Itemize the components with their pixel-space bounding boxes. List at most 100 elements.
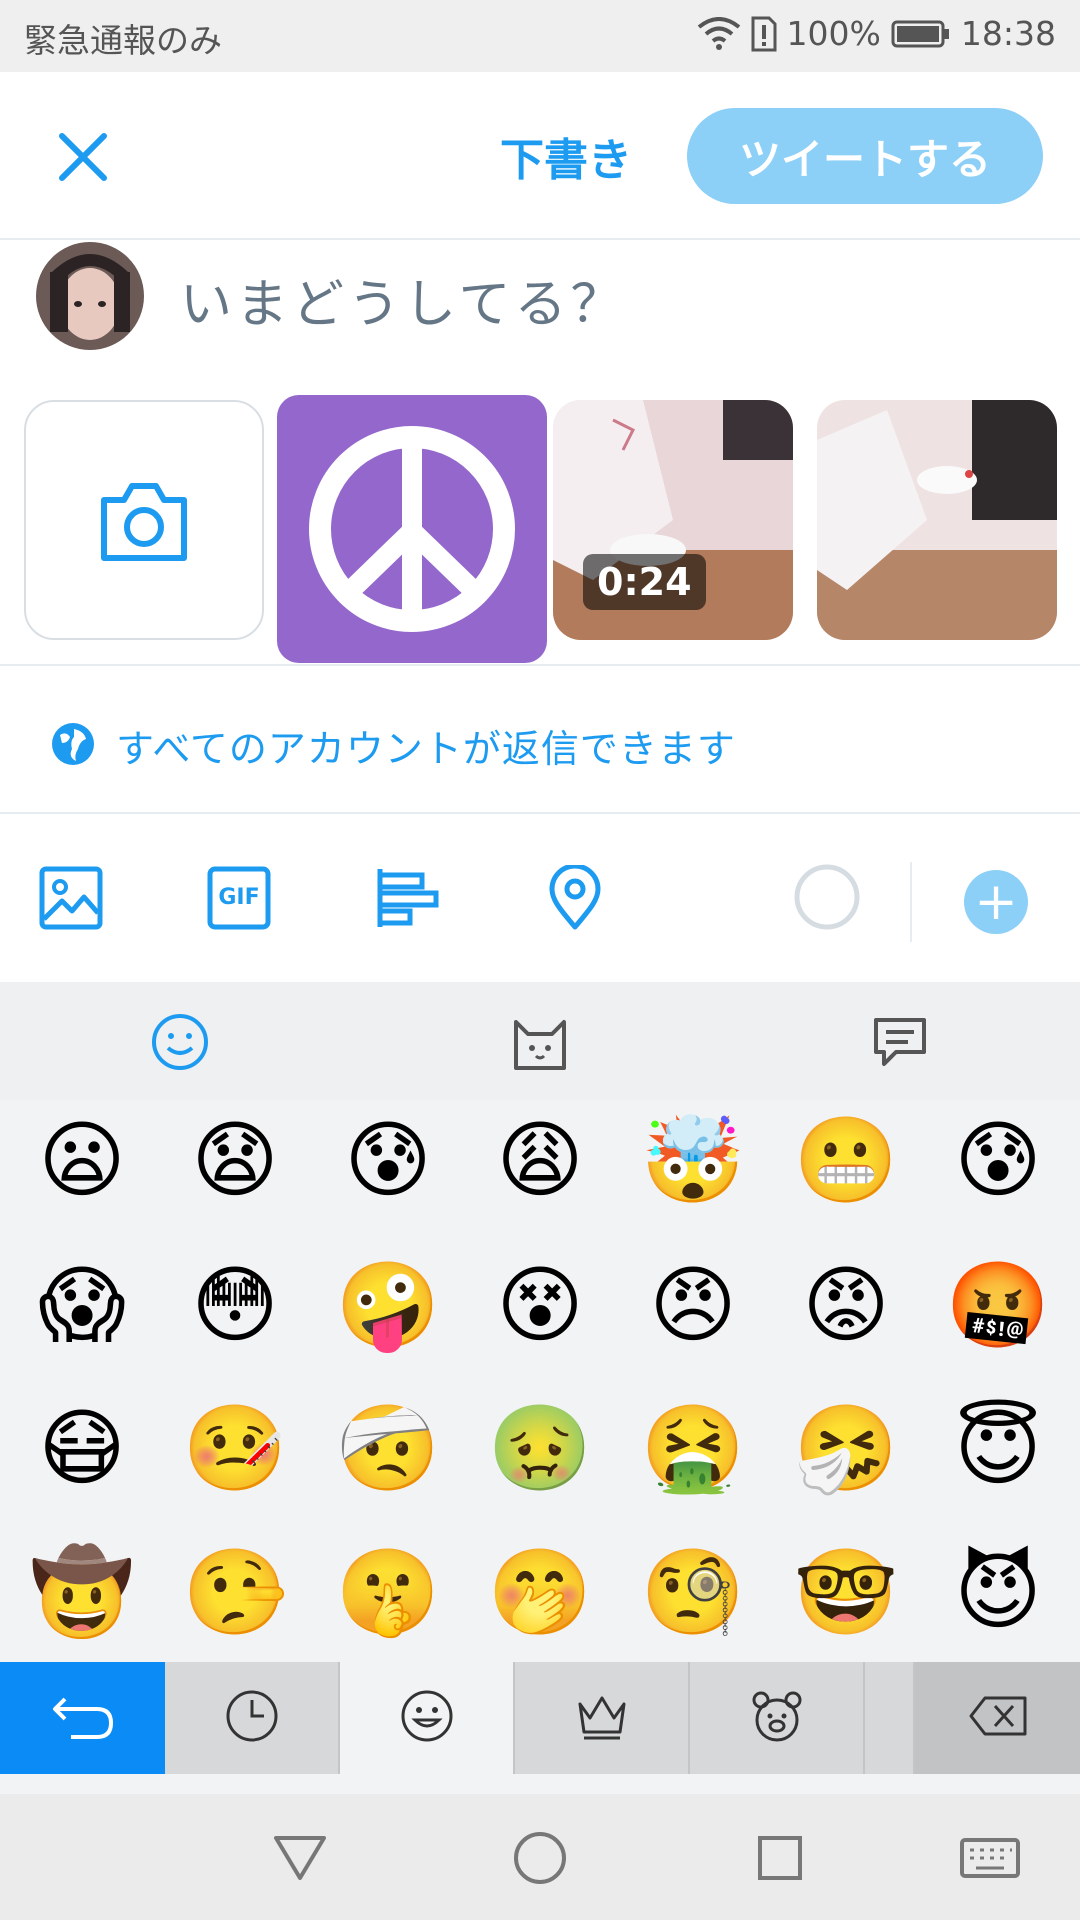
recents-square-icon	[748, 1836, 812, 1894]
emoji-key[interactable]: 😠	[623, 1245, 763, 1365]
emoji-grid: 😦 😧 😰 😩 🤯 😬 😰 😱 😳 🤪 😵 😠 😡 🤬 😷 🤒 🤕 🤢 🤮 🤧 😇 🤠 🤥 🤫 🤭 🧐 🤓 😈	[0, 1100, 1080, 1660]
nav-home-button[interactable]	[508, 1826, 572, 1890]
gif-button[interactable]: GIF	[206, 865, 280, 939]
divider	[0, 812, 1080, 814]
tweet-text-input[interactable]: いまどうしてる？	[180, 262, 626, 337]
home-circle-icon	[508, 1832, 572, 1894]
emoji-key[interactable]: 🤫	[318, 1532, 458, 1652]
emoji-key[interactable]: 😧	[165, 1100, 305, 1220]
toolbar-separator	[910, 862, 912, 942]
emoji-key[interactable]: 😇	[928, 1388, 1068, 1508]
keyboard-crown-key[interactable]	[515, 1662, 690, 1774]
media-image-peace[interactable]	[277, 395, 547, 663]
emoji-key[interactable]: 🤪	[318, 1245, 458, 1365]
poll-button[interactable]	[374, 865, 448, 939]
emoji-key[interactable]: 🤢	[470, 1388, 610, 1508]
recent-icon	[224, 1688, 280, 1748]
draft-button[interactable]: 下書き	[500, 124, 632, 188]
system-nav-bar	[0, 1794, 1080, 1920]
keyboard-bottom-row	[0, 1662, 1080, 1774]
emoji-key[interactable]: 😦	[12, 1100, 152, 1220]
chat-bubble-icon	[870, 1018, 930, 1076]
emoji-key[interactable]: 😳	[165, 1245, 305, 1365]
emoji-key[interactable]: 🤠	[12, 1532, 152, 1652]
bear-icon	[749, 1688, 805, 1748]
keyboard-spacer	[865, 1662, 915, 1774]
compose-header: 下書き ツイートする	[0, 72, 1080, 240]
emoji-key[interactable]: 🤭	[470, 1532, 610, 1652]
close-button[interactable]	[48, 122, 118, 192]
reply-settings-label: すべてのアカウントが返信できます	[116, 727, 736, 771]
keyboard-recent-key[interactable]	[165, 1662, 340, 1774]
gif-icon: GIF	[206, 865, 272, 931]
emoji-key[interactable]: 🤮	[623, 1388, 763, 1508]
emoji-key[interactable]: 😈	[928, 1532, 1068, 1652]
location-icon	[542, 863, 608, 935]
crown-icon	[574, 1688, 630, 1748]
nav-recents-button[interactable]	[748, 1826, 812, 1890]
wifi-icon	[697, 16, 741, 51]
emoji-icon	[399, 1688, 455, 1748]
emoji-key[interactable]: 😰	[928, 1100, 1068, 1220]
status-icons: 100% 18:38	[697, 14, 1056, 53]
image-button[interactable]	[38, 865, 112, 939]
peace-icon	[304, 421, 520, 641]
emoji-key[interactable]: 🤯	[623, 1100, 763, 1220]
emoji-key[interactable]: 😱	[12, 1245, 152, 1365]
back-icon	[51, 1691, 115, 1745]
emoji-key[interactable]: 😰	[318, 1100, 458, 1220]
reply-settings[interactable]: すべてのアカウントが返信できます	[50, 718, 736, 773]
compose-toolbar: GIF +	[0, 850, 1080, 980]
delete-icon	[967, 1694, 1029, 1742]
emoji-key[interactable]: 😩	[470, 1100, 610, 1220]
nav-keyboard-button[interactable]	[958, 1826, 1022, 1890]
status-bar: 緊急通報のみ 100% 18:38	[0, 0, 1080, 72]
battery-percent: 100%	[786, 14, 881, 53]
keyboard-icon	[958, 1838, 1022, 1894]
emoji-key[interactable]: 🤥	[165, 1532, 305, 1652]
close-icon	[48, 133, 118, 196]
back-triangle-icon	[268, 1836, 332, 1894]
keyboard-animal-key[interactable]	[690, 1662, 865, 1774]
camera-icon	[98, 480, 190, 568]
emoji-key[interactable]: 🤬	[928, 1245, 1068, 1365]
media-photo[interactable]	[817, 400, 1057, 640]
tab-text-emoticons[interactable]	[870, 1012, 930, 1072]
clock: 18:38	[960, 14, 1056, 53]
location-button[interactable]	[542, 863, 616, 939]
tab-kaomoji[interactable]	[510, 1012, 570, 1072]
emoji-key[interactable]: 🤕	[318, 1388, 458, 1508]
video-duration: 0:24	[583, 554, 706, 610]
emoji-key[interactable]: 😷	[12, 1388, 152, 1508]
add-thread-button[interactable]: +	[964, 870, 1028, 934]
keyboard-emoji-key[interactable]	[340, 1662, 515, 1774]
emoji-key[interactable]: 🤧	[776, 1388, 916, 1508]
photo-thumbnail	[817, 400, 1057, 640]
smiley-icon	[150, 1014, 210, 1076]
emoji-key[interactable]: 🤒	[165, 1388, 305, 1508]
keyboard-back-key[interactable]	[0, 1662, 165, 1774]
divider	[0, 664, 1080, 666]
nav-back-button[interactable]	[268, 1826, 332, 1890]
keyboard-tabs	[0, 982, 1080, 1100]
keyboard-delete-key[interactable]	[915, 1662, 1080, 1774]
carrier-text: 緊急通報のみ	[24, 21, 222, 60]
character-counter	[792, 862, 862, 932]
emoji-key[interactable]: 😡	[776, 1245, 916, 1365]
tweet-button[interactable]: ツイートする	[687, 108, 1043, 204]
battery-icon	[891, 19, 951, 49]
emoji-key[interactable]: 🧐	[623, 1532, 763, 1652]
camera-tile[interactable]	[24, 400, 264, 640]
cat-face-icon	[510, 1020, 570, 1076]
emoji-key[interactable]: 😵	[470, 1245, 610, 1365]
gif-text: GIF	[218, 885, 260, 910]
image-icon	[38, 866, 104, 935]
emoji-key[interactable]: 🤓	[776, 1532, 916, 1652]
media-video[interactable]: 0:24	[553, 400, 793, 640]
emoji-keyboard: 😦 😧 😰 😩 🤯 😬 😰 😱 😳 🤪 😵 😠 😡 🤬 😷 🤒 🤕 🤢 🤮 🤧 😇 🤠 🤥 🤫 🤭 🧐 🤓 😈	[0, 982, 1080, 1920]
emoji-key[interactable]: 😬	[776, 1100, 916, 1220]
media-strip: 0:24	[0, 395, 1080, 665]
avatar[interactable]	[36, 242, 144, 350]
tab-smileys[interactable]	[150, 1012, 210, 1072]
poll-icon	[374, 869, 440, 935]
